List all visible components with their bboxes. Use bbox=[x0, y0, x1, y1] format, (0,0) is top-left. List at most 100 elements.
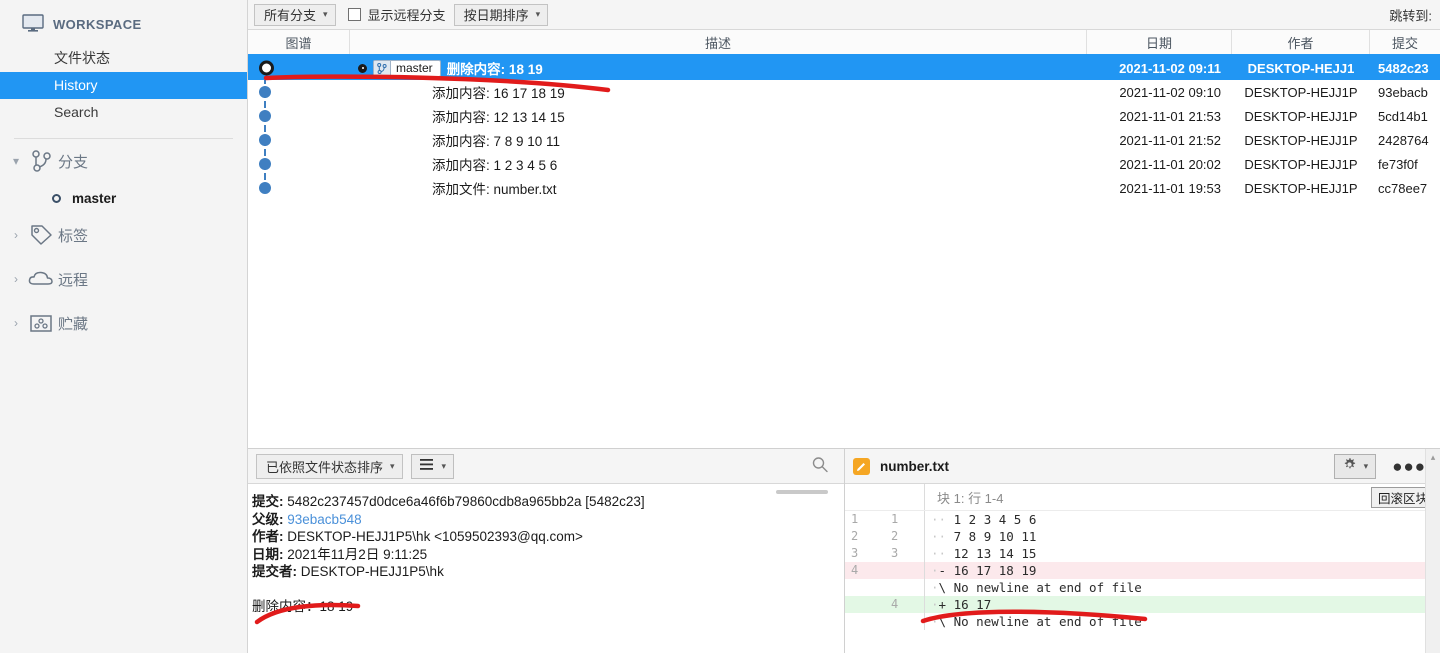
sidebar-item-search[interactable]: Search bbox=[0, 99, 247, 126]
workspace-label: WORKSPACE bbox=[53, 17, 142, 32]
commit-graph-cell bbox=[248, 152, 350, 176]
table-row[interactable]: 添加内容: 12 13 14 15 2021-11-01 21:53 DESKT… bbox=[248, 104, 1440, 128]
diff-new-lineno bbox=[885, 562, 925, 579]
detail-value-commit: 5482c237457d0dce6a46f6b79860cdb8a965bb2a… bbox=[287, 494, 645, 509]
show-remote-branches-checkbox[interactable]: 显示远程分支 bbox=[347, 5, 446, 24]
history-toolbar: 所有分支 ▾ 显示远程分支 按日期排序 ▾ 跳转到: bbox=[248, 0, 1440, 30]
diff-new-lineno: 3 bbox=[885, 545, 925, 562]
hunk-gutter bbox=[845, 484, 925, 510]
commit-list[interactable]: master 删除内容: 18 19 2021-11-02 09:11 DESK… bbox=[248, 56, 1440, 448]
commit-message: 添加内容: 12 13 14 15 bbox=[432, 110, 565, 125]
commit-dot-icon bbox=[358, 63, 367, 73]
diff-scrollbar[interactable]: ▴ bbox=[1425, 449, 1440, 653]
graph-node-icon bbox=[259, 182, 271, 194]
branch-ref-badge[interactable]: master bbox=[373, 59, 441, 77]
sort-order-dropdown[interactable]: 按日期排序 ▾ bbox=[453, 3, 549, 26]
commit-message: 添加内容: 7 8 9 10 11 bbox=[432, 134, 561, 149]
jump-to-label: 跳转到: bbox=[1389, 8, 1432, 23]
file-sort-label: 已依照文件状态排序 bbox=[266, 459, 384, 475]
column-header-author[interactable]: 作者 bbox=[1232, 30, 1370, 54]
diff-line-meta: ·\ No newline at end of file bbox=[845, 613, 1440, 630]
detail-value-parent[interactable]: 93ebacb548 bbox=[287, 512, 361, 527]
checkbox-box[interactable] bbox=[347, 8, 361, 21]
commit-author: DESKTOP-HEJJ1P bbox=[1244, 84, 1358, 100]
detail-label-parent: 父级: bbox=[252, 511, 284, 527]
sidebar-group-branches[interactable]: ▾ 分支 bbox=[0, 139, 247, 183]
column-header-description[interactable]: 描述 bbox=[350, 30, 1087, 54]
stash-icon bbox=[26, 313, 56, 333]
commit-message: 添加内容: 1 2 3 4 5 6 bbox=[432, 158, 558, 173]
column-header-date[interactable]: 日期 bbox=[1087, 30, 1232, 54]
hunk-label: 块 1: 行 1-4 bbox=[937, 490, 1004, 506]
commit-hash: fe73f0f bbox=[1378, 156, 1418, 172]
diff-line-removed: 4 ·- 16 17 18 19 bbox=[845, 562, 1440, 579]
diff-line-text: ·+ 16 17 bbox=[931, 597, 992, 612]
table-row[interactable]: 添加文件: number.txt 2021-11-01 19:53 DESKTO… bbox=[248, 176, 1440, 200]
commit-graph-cell bbox=[248, 176, 350, 200]
diff-file-name: number.txt bbox=[880, 458, 950, 474]
tag-icon bbox=[26, 224, 56, 246]
table-row[interactable]: 添加内容: 16 17 18 19 2021-11-02 09:10 DESKT… bbox=[248, 80, 1440, 104]
sidebar: WORKSPACE 文件状态 History Search ▾ 分支 maste… bbox=[0, 0, 248, 653]
detail-commit-message: 删除内容：18 19 bbox=[252, 598, 354, 614]
branch-node-icon bbox=[52, 193, 61, 203]
edited-file-icon bbox=[853, 457, 870, 475]
detail-label-commit: 提交: bbox=[252, 494, 284, 509]
show-remote-branches-label: 显示远程分支 bbox=[367, 8, 446, 23]
table-row[interactable]: master 删除内容: 18 19 2021-11-02 09:11 DESK… bbox=[248, 56, 1440, 80]
view-mode-dropdown[interactable]: ▾ bbox=[410, 453, 455, 479]
commit-graph-cell bbox=[248, 104, 350, 128]
diff-old-lineno: 2 bbox=[851, 529, 859, 543]
chevron-down-icon[interactable]: ▾ bbox=[6, 155, 26, 167]
commit-description-cell: 添加内容: 12 13 14 15 bbox=[350, 106, 1087, 126]
diff-line-text: ·\ No newline at end of file bbox=[931, 614, 1142, 629]
bottom-panels: 已依照文件状态排序 ▾ ▾ 提交: 5482c237457d0dce6a46f6… bbox=[248, 448, 1440, 653]
branch-filter-dropdown[interactable]: 所有分支 ▾ bbox=[254, 3, 336, 26]
workspace-header: WORKSPACE bbox=[0, 0, 247, 45]
commit-hash: 93ebacb bbox=[1378, 84, 1428, 100]
diff-content[interactable]: 1 1 ·· 1 2 3 4 5 6 2 2 ·· 7 8 9 10 11 3 … bbox=[845, 511, 1440, 653]
file-sort-dropdown[interactable]: 已依照文件状态排序 ▾ bbox=[256, 453, 403, 479]
diff-settings-dropdown[interactable]: ▾ bbox=[1333, 453, 1377, 479]
commit-graph-cell bbox=[248, 128, 350, 152]
commit-graph-cell bbox=[248, 80, 350, 104]
sidebar-group-remotes-label: 远程 bbox=[58, 271, 89, 289]
sidebar-group-remotes[interactable]: › 远程 bbox=[0, 257, 247, 301]
sidebar-group-stashes[interactable]: › 贮藏 bbox=[0, 301, 247, 345]
commit-date: 2021-11-01 21:53 bbox=[1119, 108, 1221, 124]
diff-line-added: 4 ·+ 16 17 bbox=[845, 596, 1440, 613]
column-header-graph[interactable]: 图谱 bbox=[248, 30, 350, 54]
list-view-icon bbox=[419, 458, 434, 474]
commit-description-cell: 添加内容: 1 2 3 4 5 6 bbox=[350, 154, 1087, 174]
sidebar-group-tags[interactable]: › 标签 bbox=[0, 213, 247, 257]
table-row[interactable]: 添加内容: 1 2 3 4 5 6 2021-11-01 20:02 DESKT… bbox=[248, 152, 1440, 176]
detail-scrollbar[interactable] bbox=[776, 490, 828, 494]
sidebar-item-history[interactable]: History bbox=[0, 72, 247, 99]
cloud-icon bbox=[26, 270, 56, 288]
commit-date: 2021-11-01 19:53 bbox=[1119, 180, 1221, 196]
diff-file-header: number.txt ▾ ●●● bbox=[845, 449, 1440, 484]
graph-node-icon bbox=[259, 86, 271, 98]
chevron-up-icon[interactable]: ▴ bbox=[1426, 449, 1440, 463]
branch-icon bbox=[26, 150, 56, 172]
diff-hunk-bar: 块 1: 行 1-4 回滚区块 bbox=[845, 484, 1440, 511]
diff-line-text: ·· 1 2 3 4 5 6 bbox=[931, 512, 1037, 527]
commit-graph-cell bbox=[248, 56, 350, 80]
search-icon[interactable] bbox=[812, 457, 828, 476]
sidebar-branch-master[interactable]: master bbox=[0, 183, 247, 213]
commit-author: DESKTOP-HEJJ1P bbox=[1244, 156, 1358, 172]
chevron-right-icon[interactable]: › bbox=[6, 229, 26, 241]
table-row[interactable]: 添加内容: 7 8 9 10 11 2021-11-01 21:52 DESKT… bbox=[248, 128, 1440, 152]
commit-detail-panel: 已依照文件状态排序 ▾ ▾ 提交: 5482c237457d0dce6a46f6… bbox=[248, 449, 845, 653]
chevron-right-icon[interactable]: › bbox=[6, 273, 26, 285]
commit-description-cell: 添加内容: 16 17 18 19 bbox=[350, 82, 1087, 102]
detail-label-author: 作者: bbox=[252, 529, 284, 544]
diff-old-lineno: 3 bbox=[851, 546, 859, 560]
commit-message: 删除内容: 18 19 bbox=[446, 62, 543, 77]
commit-message: 添加文件: number.txt bbox=[432, 182, 557, 197]
column-header-commit[interactable]: 提交 bbox=[1370, 30, 1440, 54]
chevron-right-icon[interactable]: › bbox=[6, 317, 26, 329]
sidebar-group-branches-label: 分支 bbox=[58, 153, 89, 171]
sort-order-label: 按日期排序 bbox=[463, 8, 529, 23]
sidebar-item-file-status[interactable]: 文件状态 bbox=[0, 45, 247, 72]
